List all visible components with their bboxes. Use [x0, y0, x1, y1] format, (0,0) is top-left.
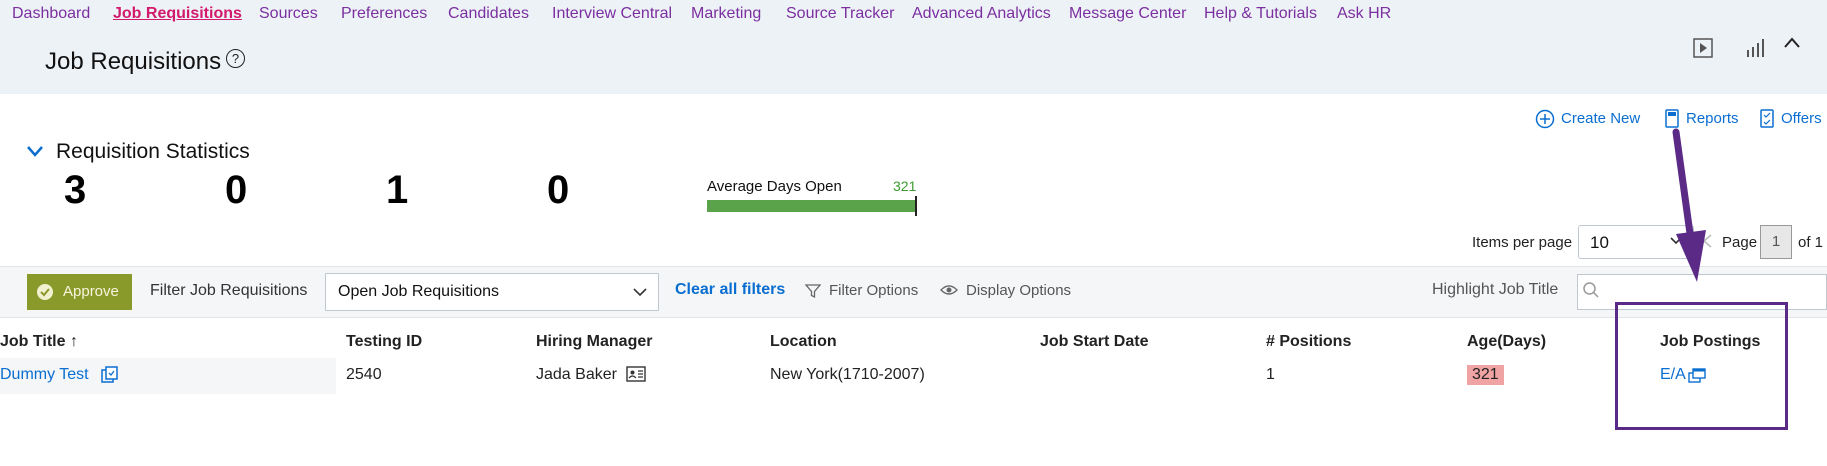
filter-icon[interactable] — [805, 283, 821, 299]
offers-link[interactable]: Offers — [1781, 110, 1822, 127]
stat-value-1[interactable]: 3 — [64, 168, 86, 213]
nav-interview-central[interactable]: Interview Central — [552, 5, 672, 23]
average-days-open-marker — [915, 196, 917, 216]
page-number-input[interactable]: 1 — [1760, 225, 1792, 259]
eye-icon[interactable] — [940, 283, 958, 297]
filter-select-value: Open Job Requisitions — [338, 283, 499, 300]
page-total-label: of 1 — [1798, 234, 1824, 251]
approve-label: Approve — [63, 283, 119, 300]
nav-marketing[interactable]: Marketing — [691, 5, 761, 23]
reports-link[interactable]: Reports — [1686, 110, 1739, 127]
annotation-highlight-box — [1615, 302, 1788, 430]
chevron-down-icon[interactable] — [26, 145, 44, 157]
job-title-link[interactable]: Dummy Test — [0, 366, 89, 384]
column-header-job-title[interactable]: Job Title ↑ — [0, 333, 78, 351]
average-days-open-bar — [707, 200, 916, 212]
check-circle-icon — [37, 284, 53, 300]
create-new-link[interactable]: Create New — [1561, 110, 1640, 127]
help-icon[interactable]: ? — [226, 49, 245, 68]
average-days-open-value: 321 — [893, 178, 917, 194]
column-header-job-start-date[interactable]: Job Start Date — [1040, 333, 1148, 351]
column-header-age-days[interactable]: Age(Days) — [1467, 333, 1546, 351]
requisition-statistics-title: Requisition Statistics — [56, 140, 250, 163]
stat-value-4[interactable]: 0 — [547, 168, 569, 213]
column-header-hiring-manager[interactable]: Hiring Manager — [536, 333, 652, 351]
filter-job-requisitions-select[interactable]: Open Job Requisitions — [325, 273, 659, 311]
highlight-job-title-label: Highlight Job Title — [1432, 281, 1559, 298]
nav-source-tracker[interactable]: Source Tracker — [786, 5, 894, 23]
hiring-manager-cell: Jada Baker — [536, 366, 617, 383]
approve-button[interactable]: Approve — [27, 274, 132, 310]
column-header-positions[interactable]: # Positions — [1266, 333, 1351, 351]
offers-icon[interactable] — [1759, 109, 1775, 129]
nav-message-center[interactable]: Message Center — [1069, 5, 1186, 23]
page-header — [0, 28, 1827, 94]
clear-all-filters-link[interactable]: Clear all filters — [675, 281, 785, 299]
column-header-location[interactable]: Location — [770, 333, 837, 351]
column-header-label: Job Title — [0, 333, 66, 350]
nav-help-tutorials[interactable]: Help & Tutorials — [1204, 5, 1317, 23]
display-options-button[interactable]: Display Options — [966, 282, 1071, 299]
nav-dashboard[interactable]: Dashboard — [12, 5, 90, 23]
nav-preferences[interactable]: Preferences — [341, 5, 427, 23]
nav-advanced-analytics[interactable]: Advanced Analytics — [912, 5, 1051, 23]
sort-ascending-icon: ↑ — [69, 333, 78, 350]
chevron-down-icon — [633, 288, 647, 297]
play-icon[interactable] — [1693, 38, 1713, 58]
copy-icon[interactable] — [101, 366, 119, 384]
column-header-testing-id[interactable]: Testing ID — [346, 333, 422, 351]
stat-value-3[interactable]: 1 — [386, 168, 408, 213]
filter-job-requisitions-label: Filter Job Requisitions — [150, 282, 308, 299]
filter-options-button[interactable]: Filter Options — [829, 282, 918, 299]
annotation-arrow-icon — [1672, 128, 1706, 282]
page-label: Page — [1722, 234, 1758, 251]
chevron-up-icon[interactable] — [1783, 36, 1801, 50]
stat-value-2[interactable]: 0 — [225, 168, 247, 213]
bar-chart-icon[interactable] — [1745, 38, 1767, 58]
positions-cell: 1 — [1266, 366, 1275, 383]
items-per-page-label: Items per page — [1472, 234, 1573, 251]
age-days-badge: 321 — [1467, 365, 1504, 385]
page-title: Job Requisitions — [45, 48, 222, 75]
items-per-page-value: 10 — [1590, 233, 1609, 252]
nav-candidates[interactable]: Candidates — [448, 5, 529, 23]
nav-job-requisitions[interactable]: Job Requisitions — [113, 5, 242, 23]
contact-card-icon[interactable] — [626, 366, 646, 382]
plus-circle-icon[interactable] — [1535, 109, 1555, 129]
nav-ask-hr[interactable]: Ask HR — [1337, 5, 1391, 23]
top-navigation: Dashboard Job Requisitions Sources Prefe… — [0, 0, 1827, 28]
location-cell: New York(1710-2007) — [770, 366, 925, 383]
search-icon — [1583, 282, 1599, 298]
average-days-open-label: Average Days Open — [707, 178, 842, 195]
testing-id-cell: 2540 — [346, 366, 382, 383]
nav-sources[interactable]: Sources — [259, 5, 318, 23]
